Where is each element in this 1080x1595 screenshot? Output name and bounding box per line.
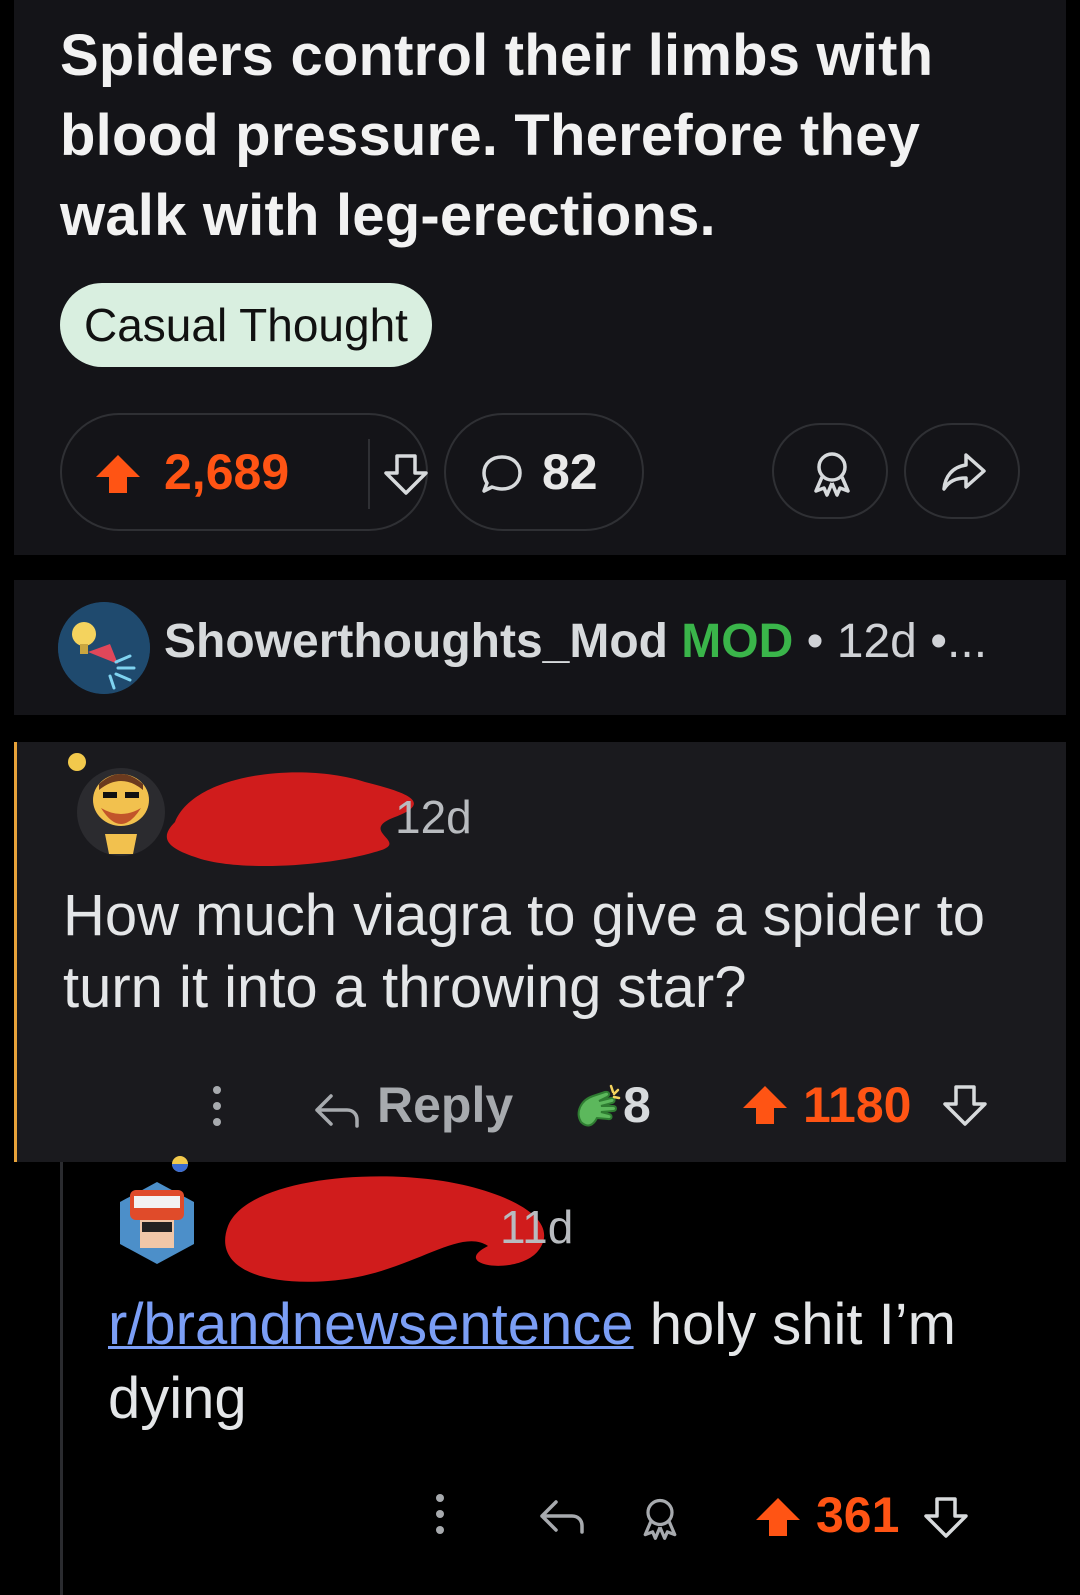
thread-line[interactable] — [60, 1162, 63, 1595]
reply-body: r/brandnewsentence holy shit I’m dying — [108, 1288, 1008, 1436]
reply-button[interactable]: Reply — [377, 1076, 513, 1134]
award-count: 8 — [623, 1077, 651, 1133]
comment-body: How much viagra to give a spider to turn… — [63, 883, 985, 1020]
upvote-icon[interactable] — [741, 1084, 789, 1126]
comments-button[interactable]: 82 — [444, 413, 644, 531]
comment-count: 82 — [542, 444, 598, 500]
reply-icon[interactable] — [313, 1090, 361, 1130]
post-title[interactable]: Spiders control their limbs with blood p… — [60, 16, 1020, 256]
mod-comment-age: 12d — [836, 615, 917, 668]
comment-age: 11d — [500, 1201, 574, 1253]
post-vote-bar: 2,689 — [60, 413, 428, 531]
mod-badge: MOD — [681, 615, 794, 668]
post-score: 2,689 — [164, 444, 290, 500]
clapping-hands-award-icon[interactable] — [571, 1082, 623, 1134]
share-icon — [942, 453, 986, 491]
user-avatar[interactable] — [65, 750, 167, 860]
award-icon — [814, 452, 850, 497]
subreddit-link[interactable]: r/brandnewsentence — [108, 1292, 634, 1357]
vote-divider — [368, 439, 370, 509]
share-button[interactable] — [904, 423, 1020, 519]
downvote-icon[interactable] — [384, 453, 428, 495]
comment-score: 1180 — [803, 1077, 912, 1133]
comment-actions: Reply 8 1180 — [17, 1070, 1069, 1150]
mod-comment-collapsed[interactable]: Showerthoughts_Mod MOD • 12d •... — [14, 580, 1066, 715]
mod-avatar[interactable] — [58, 602, 150, 694]
meta-separator: • — [806, 615, 824, 668]
post-flair[interactable]: Casual Thought — [60, 283, 432, 367]
post-card: Spiders control their limbs with blood p… — [14, 0, 1066, 555]
user-avatar[interactable] — [112, 1152, 202, 1268]
more-options-icon[interactable] — [209, 1082, 225, 1130]
comment-1: 12d How much viagra to give a spider to … — [14, 742, 1066, 1162]
award-button[interactable] — [772, 423, 888, 519]
upvote-icon[interactable] — [754, 1496, 802, 1538]
mod-username[interactable]: Showerthoughts_Mod — [164, 615, 668, 668]
upvote-icon[interactable] — [94, 453, 142, 495]
award-icon[interactable] — [636, 1494, 684, 1542]
downvote-icon[interactable] — [943, 1084, 987, 1126]
showerhead-icon — [58, 602, 150, 694]
comment-age: 12d — [395, 791, 472, 843]
comment-bubble-icon — [482, 455, 522, 493]
mod-comment-more[interactable]: •... — [930, 615, 987, 668]
reply-icon[interactable] — [538, 1496, 586, 1536]
reply-score: 361 — [816, 1487, 900, 1543]
mod-comment-meta: Showerthoughts_Mod MOD • 12d •... — [164, 614, 987, 669]
more-options-icon[interactable] — [432, 1490, 448, 1538]
downvote-icon[interactable] — [924, 1496, 968, 1538]
